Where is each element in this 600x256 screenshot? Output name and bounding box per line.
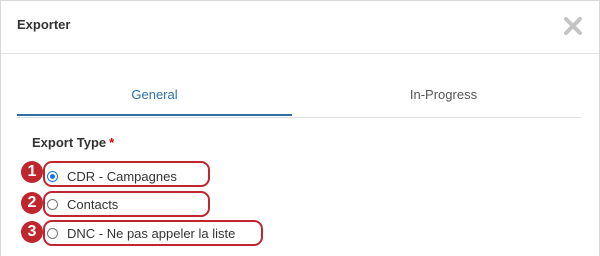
step-badge-2: 2 <box>21 192 43 214</box>
option-cdr-campagnes[interactable]: CDR - Campagnes <box>47 167 177 185</box>
option-label: CDR - Campagnes <box>67 168 177 184</box>
export-type-label: Export Type * <box>32 135 114 150</box>
option-dnc[interactable]: DNC - Ne pas appeler la liste <box>47 224 235 242</box>
radio-contacts[interactable] <box>47 198 58 210</box>
dialog-header: Exporter <box>1 1 599 54</box>
tab-bar: General In-Progress <box>17 81 581 118</box>
dialog-title: Exporter <box>17 17 71 32</box>
option-label: Contacts <box>67 196 119 212</box>
close-icon[interactable] <box>561 14 585 38</box>
export-type-label-text: Export Type <box>32 135 107 150</box>
tab-in-progress[interactable]: In-Progress <box>306 81 581 114</box>
exporter-dialog: Exporter General In-Progress Export Type… <box>0 0 600 256</box>
required-asterisk: * <box>109 135 115 150</box>
step-badge-1: 1 <box>21 161 43 183</box>
option-contacts[interactable]: Contacts <box>47 195 118 213</box>
option-label: DNC - Ne pas appeler la liste <box>67 225 236 241</box>
step-badge-3: 3 <box>21 221 43 243</box>
radio-cdr-campagnes[interactable] <box>47 170 58 182</box>
radio-dnc[interactable] <box>47 227 58 239</box>
tab-general[interactable]: General <box>17 81 292 116</box>
